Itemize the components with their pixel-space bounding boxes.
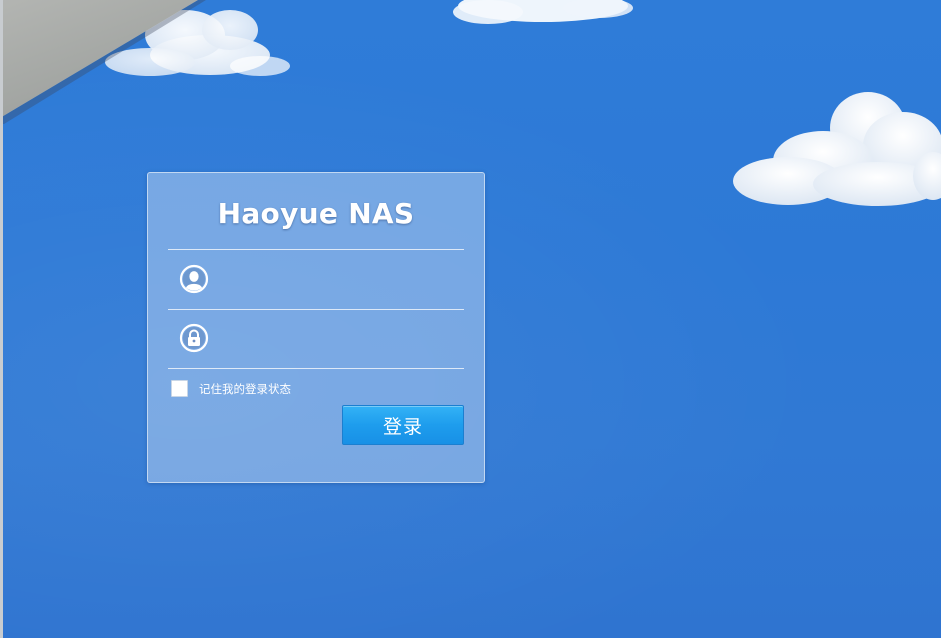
- left-edge-strip: [0, 0, 3, 638]
- password-divider: [168, 368, 464, 369]
- remember-me-checkbox[interactable]: [171, 380, 188, 397]
- username-row: [168, 250, 464, 308]
- cloud-right: [733, 92, 941, 206]
- password-row: [168, 309, 464, 367]
- lock-icon: [179, 323, 209, 353]
- login-button[interactable]: 登录: [342, 405, 464, 445]
- desktop-background: Haoyue NAS 记住我的登录状态 登录: [0, 0, 941, 638]
- remember-me-label[interactable]: 记住我的登录状态: [199, 381, 291, 397]
- user-icon: [179, 264, 209, 294]
- password-input[interactable]: [224, 321, 460, 355]
- app-title: Haoyue NAS: [217, 197, 415, 230]
- username-input[interactable]: [224, 262, 460, 296]
- cloud-top-center: [453, 0, 633, 24]
- login-panel: Haoyue NAS 记住我的登录状态 登录: [147, 172, 485, 483]
